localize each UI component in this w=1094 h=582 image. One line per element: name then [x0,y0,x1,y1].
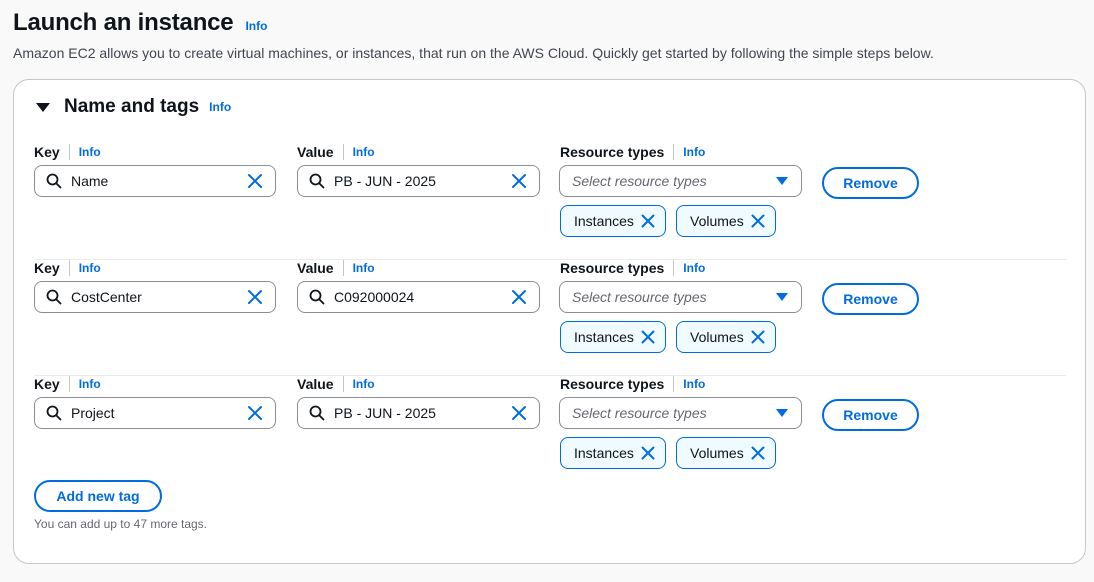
dismiss-token-icon[interactable] [751,214,765,228]
resource-types-label-text: Resource types [560,260,665,276]
search-icon [309,405,325,421]
key-label: Key Info [34,376,101,392]
value-label-text: Value [297,260,334,276]
token-instances: Instances [560,437,666,469]
key-label-text: Key [34,260,60,276]
token-volumes: Volumes [676,437,776,469]
page-description: Amazon EC2 allows you to create virtual … [13,45,934,61]
key-label: Key Info [34,144,101,160]
key-label-text: Key [34,376,60,392]
clear-icon[interactable] [247,289,263,305]
resource-types-label: Resource types Info [560,260,705,276]
token-instances: Instances [560,205,666,237]
value-label-text: Value [297,144,334,160]
resource-types-label-text: Resource types [560,376,665,392]
key-label-text: Key [34,144,60,160]
resource-types-label: Resource types Info [560,144,705,160]
section-info-link[interactable]: Info [209,100,231,114]
dropdown-arrow-icon [776,177,788,185]
value-input[interactable]: C092000024 [297,281,540,313]
clear-icon[interactable] [247,405,263,421]
value-input[interactable]: PB - JUN - 2025 [297,397,540,429]
clear-icon[interactable] [511,289,527,305]
key-info-link[interactable]: Info [79,261,101,275]
title-info-link[interactable]: Info [245,19,267,33]
value-input-value: PB - JUN - 2025 [334,405,436,421]
dismiss-token-icon[interactable] [751,330,765,344]
search-icon [309,289,325,305]
search-icon [46,173,62,189]
value-label: Value Info [297,144,375,160]
token-volumes: Volumes [676,321,776,353]
token-instances: Instances [560,321,666,353]
token-volumes: Volumes [676,205,776,237]
value-input[interactable]: PB - JUN - 2025 [297,165,540,197]
token-label: Instances [574,329,634,345]
value-info-link[interactable]: Info [353,261,375,275]
resource-types-select[interactable]: Select resource types [559,281,802,313]
clear-icon[interactable] [511,405,527,421]
value-label-text: Value [297,376,334,392]
tag-limit-hint: You can add up to 47 more tags. [34,517,208,531]
token-label: Volumes [690,445,744,461]
resource-types-label-text: Resource types [560,144,665,160]
dismiss-token-icon[interactable] [641,330,655,344]
value-info-link[interactable]: Info [353,145,375,159]
key-label: Key Info [34,260,101,276]
token-label: Instances [574,213,634,229]
dismiss-token-icon[interactable] [751,446,765,460]
dropdown-arrow-icon [776,409,788,417]
resource-types-label: Resource types Info [560,376,705,392]
dropdown-arrow-icon [776,293,788,301]
resource-types-placeholder: Select resource types [572,289,707,305]
value-info-link[interactable]: Info [353,377,375,391]
value-input-value: C092000024 [334,289,415,305]
value-label: Value Info [297,260,375,276]
remove-tag-button[interactable]: Remove [822,167,919,199]
resource-types-select[interactable]: Select resource types [559,165,802,197]
dismiss-token-icon[interactable] [641,446,655,460]
page-header: Launch an instance Info [13,9,267,37]
value-input-value: PB - JUN - 2025 [334,173,436,189]
key-info-link[interactable]: Info [79,377,101,391]
search-icon [46,289,62,305]
tag-row: Key Info Project Value Info PB - JUN - 202… [34,376,1066,492]
resource-types-info-link[interactable]: Info [683,377,705,391]
token-label: Instances [574,445,634,461]
resource-types-info-link[interactable]: Info [683,261,705,275]
resource-types-placeholder: Select resource types [572,405,707,421]
token-label: Volumes [690,329,744,345]
key-input-value: CostCenter [71,289,142,305]
caret-down-icon[interactable] [36,102,50,112]
remove-tag-button[interactable]: Remove [822,399,919,431]
name-and-tags-panel: Name and tags Info Key Info Name Value Inf… [13,79,1086,564]
key-input[interactable]: Name [34,165,276,197]
key-input-value: Project [71,405,115,421]
page-title: Launch an instance [13,9,234,36]
key-input-value: Name [71,173,109,189]
resource-types-info-link[interactable]: Info [683,145,705,159]
remove-tag-button[interactable]: Remove [822,283,919,315]
tag-row: Key Info Name Value Info PB - JUN - 2025 R… [34,144,1066,260]
panel-title: Name and tags [64,96,200,117]
add-new-tag-button[interactable]: Add new tag [34,480,162,512]
clear-icon[interactable] [247,173,263,189]
search-icon [46,405,62,421]
token-label: Volumes [690,213,744,229]
dismiss-token-icon[interactable] [641,214,655,228]
resource-types-placeholder: Select resource types [572,173,707,189]
value-label: Value Info [297,376,375,392]
key-input[interactable]: Project [34,397,276,429]
search-icon [309,173,325,189]
clear-icon[interactable] [511,173,527,189]
tag-row: Key Info CostCenter Value Info C092000024 … [34,260,1066,376]
panel-header[interactable]: Name and tags Info [36,96,231,118]
launch-instance-page: Launch an instance Info Amazon EC2 allow… [0,0,1094,582]
resource-types-select[interactable]: Select resource types [559,397,802,429]
key-input[interactable]: CostCenter [34,281,276,313]
key-info-link[interactable]: Info [79,145,101,159]
